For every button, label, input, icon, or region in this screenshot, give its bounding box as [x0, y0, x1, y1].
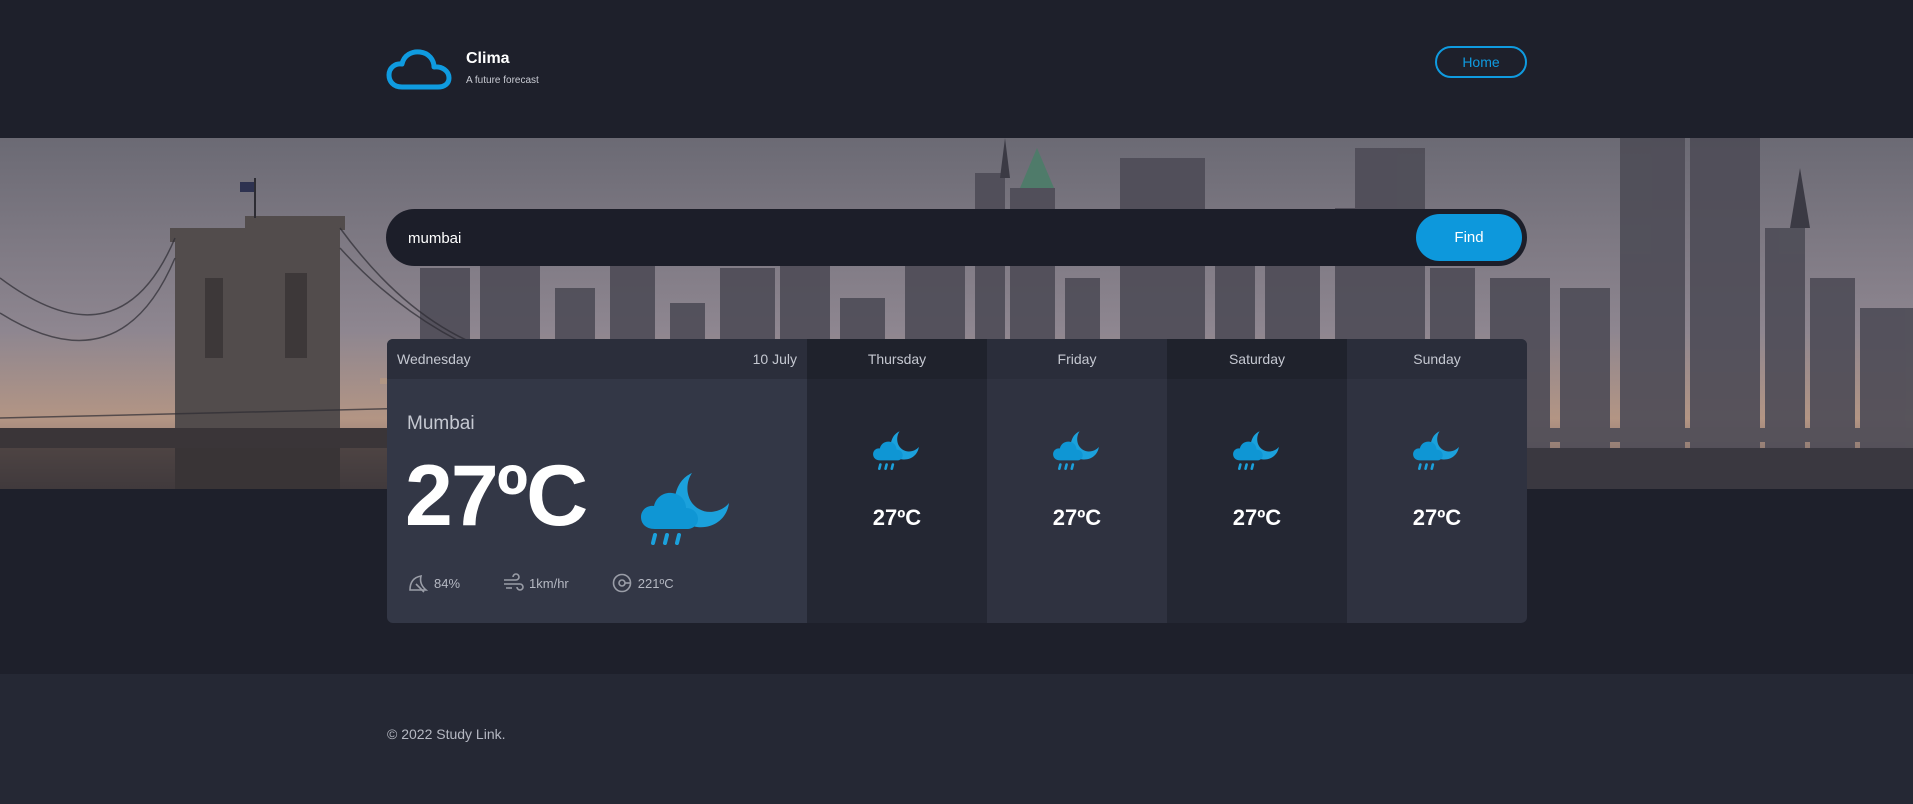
forecast-day-card: Thursday 27ºC	[807, 339, 987, 623]
weather-stats: 84% 1km/hr 221ºC	[407, 572, 674, 594]
copyright-text: © 2022 Study Link.	[387, 726, 506, 742]
site-header: Clima A future forecast Home	[0, 0, 1913, 138]
compass-icon	[612, 573, 632, 593]
wind-stat: 1km/hr	[502, 572, 569, 594]
forecast-day-name: Saturday	[1167, 339, 1347, 379]
home-button[interactable]: Home	[1435, 46, 1527, 78]
current-temperature: 27ºC	[405, 448, 588, 544]
forecast-day-name: Friday	[987, 339, 1167, 379]
today-day: Wednesday	[397, 351, 471, 367]
today-date: 10 July	[752, 351, 797, 367]
forecast-day-name: Sunday	[1347, 339, 1527, 379]
moon-rain-icon	[1233, 431, 1279, 471]
city-search-input[interactable]	[406, 209, 1410, 268]
find-button[interactable]: Find	[1416, 214, 1522, 261]
city-name: Mumbai	[407, 413, 475, 434]
forecast-temperature: 27ºC	[872, 505, 922, 530]
moon-rain-icon	[641, 473, 729, 545]
forecast-day-card: Sunday 27ºC	[1347, 339, 1527, 623]
umbrella-icon	[409, 574, 429, 593]
forecast-temperature: 27ºC	[1412, 505, 1462, 530]
humidity-stat: 84%	[407, 572, 460, 594]
moon-rain-icon	[873, 431, 919, 471]
brand-name: Clima	[466, 50, 510, 67]
moon-rain-icon	[1053, 431, 1099, 471]
today-header: Wednesday 10 July	[387, 339, 807, 379]
search-bar: Find	[386, 209, 1527, 268]
forecast-temperature: 27ºC	[1232, 505, 1282, 530]
forecast-day-card: Friday 27ºC	[987, 339, 1167, 623]
cloud-icon	[386, 49, 452, 90]
wind-icon	[504, 573, 524, 591]
forecast-day-card: Saturday 27ºC	[1167, 339, 1347, 623]
forecast-temperature: 27ºC	[1052, 505, 1102, 530]
forecast-table: Wednesday 10 July Mumbai 27ºC 84% 1km/hr…	[387, 339, 1527, 623]
direction-value: 221ºC	[637, 575, 674, 591]
humidity-value: 84%	[434, 575, 461, 591]
wind-value: 1km/hr	[529, 575, 569, 591]
moon-rain-icon	[1413, 431, 1459, 471]
brand[interactable]: Clima A future forecast	[386, 48, 539, 90]
direction-stat: 221ºC	[611, 572, 674, 594]
forecast-day-name: Thursday	[807, 339, 987, 379]
site-footer: © 2022 Study Link.	[0, 674, 1913, 804]
today-card: Wednesday 10 July Mumbai 27ºC 84% 1km/hr…	[387, 339, 807, 623]
brand-tagline: A future forecast	[466, 75, 539, 86]
